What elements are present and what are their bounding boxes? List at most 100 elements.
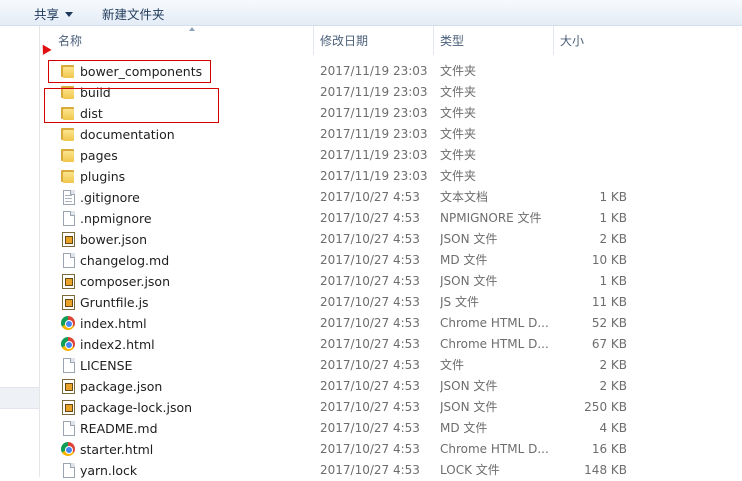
file-row[interactable]: index2.html 2017/10/27 4:53 Chrome HTML D.… (40, 334, 742, 355)
file-name: yarn.lock (80, 463, 138, 478)
file-name: .npmignore (80, 211, 152, 226)
file-row[interactable]: plugins 2017/11/19 23:03 文件夹 (40, 166, 742, 187)
file-name: changelog.md (80, 253, 170, 268)
file-row[interactable]: changelog.md 2017/10/27 4:53 MD 文件 10 KB (40, 250, 742, 271)
file-size: 52 KB (591, 316, 627, 330)
file-size: 10 KB (591, 253, 627, 267)
file-row[interactable]: starter.html 2017/10/27 4:53 Chrome HTML D… (40, 439, 742, 460)
file-row[interactable]: pages 2017/11/19 23:03 文件夹 (40, 145, 742, 166)
code-file-icon (60, 294, 76, 310)
file-date: 2017/10/27 4:53 (320, 274, 420, 288)
file-date: 2017/10/27 4:53 (320, 190, 420, 204)
file-type: JSON 文件 (440, 379, 498, 393)
file-name: pages (80, 148, 118, 163)
blank-file-icon (60, 357, 76, 373)
file-name: plugins (80, 169, 126, 184)
file-date: 2017/11/19 23:03 (320, 148, 428, 162)
file-date: 2017/10/27 4:53 (320, 295, 420, 309)
file-date: 2017/10/27 4:53 (320, 337, 420, 351)
file-size: 4 KB (599, 421, 627, 435)
file-name: Gruntfile.js (80, 295, 149, 310)
file-size: 148 KB (584, 463, 627, 477)
file-row[interactable]: README.md 2017/10/27 4:53 MD 文件 4 KB (40, 418, 742, 439)
file-size: 1 KB (599, 211, 627, 225)
file-row[interactable]: .npmignore 2017/10/27 4:53 NPMIGNORE 文件 1 K… (40, 208, 742, 229)
chrome-icon (60, 336, 76, 352)
file-row[interactable]: LICENSE 2017/10/27 4:53 文件 2 KB (40, 355, 742, 376)
file-type: Chrome HTML D... (440, 442, 549, 456)
blank-file-icon (60, 462, 76, 478)
file-size: 16 KB (591, 442, 627, 456)
share-menu-button[interactable]: 共享 (34, 4, 74, 23)
file-row[interactable]: Gruntfile.js 2017/10/27 4:53 JS 文件 11 KB (40, 292, 742, 313)
sort-ascending-icon (189, 27, 195, 31)
file-date: 2017/10/27 4:53 (320, 232, 420, 246)
file-size: 1 KB (599, 190, 627, 204)
column-header-size[interactable]: 大小 (553, 26, 633, 55)
file-type: 文件 (440, 358, 465, 372)
blank-file-icon (60, 420, 76, 436)
code-file-icon (60, 399, 76, 415)
folder-icon (60, 126, 76, 142)
file-name: index.html (80, 316, 147, 331)
file-list: bower_components 2017/11/19 23:03 文件夹 build… (40, 61, 742, 481)
file-name: package.json (80, 379, 163, 394)
column-header-type[interactable]: 类型 (433, 26, 553, 55)
file-type: NPMIGNORE 文件 (440, 211, 542, 225)
file-type: JS 文件 (440, 295, 479, 309)
file-type: MD 文件 (440, 253, 488, 267)
file-type: 文件夹 (440, 127, 477, 141)
file-row[interactable]: package-lock.json 2017/10/27 4:53 JSON 文件 2… (40, 397, 742, 418)
file-size: 250 KB (584, 400, 627, 414)
file-date: 2017/10/27 4:53 (320, 421, 420, 435)
folder-icon (60, 147, 76, 163)
file-date: 2017/11/19 23:03 (320, 169, 428, 183)
file-size (555, 103, 627, 124)
file-row[interactable]: index.html 2017/10/27 4:53 Chrome HTML D..… (40, 313, 742, 334)
chrome-icon (60, 315, 76, 331)
file-date: 2017/10/27 4:53 (320, 211, 420, 225)
file-type: 文件夹 (440, 64, 477, 78)
file-date: 2017/10/27 4:53 (320, 463, 420, 477)
nav-pane-selected-item[interactable] (0, 387, 39, 409)
code-file-icon (60, 231, 76, 247)
folder-icon (60, 168, 76, 184)
file-type: JSON 文件 (440, 400, 498, 414)
column-name-label: 名称 (58, 34, 83, 48)
file-name: composer.json (80, 274, 171, 289)
blank-file-icon (60, 210, 76, 226)
file-date: 2017/10/27 4:53 (320, 358, 420, 372)
file-type: LOCK 文件 (440, 463, 500, 477)
file-type: JSON 文件 (440, 232, 498, 246)
file-type: 文件夹 (440, 148, 477, 162)
file-name: index2.html (80, 337, 155, 352)
file-name: README.md (80, 421, 158, 436)
file-row[interactable]: composer.json 2017/10/27 4:53 JSON 文件 1 KB (40, 271, 742, 292)
file-row[interactable]: documentation 2017/11/19 23:03 文件夹 (40, 124, 742, 145)
file-date: 2017/11/19 23:03 (320, 64, 428, 78)
share-label: 共享 (34, 7, 60, 22)
file-date: 2017/10/27 4:53 (320, 400, 420, 414)
column-header-name[interactable]: 名称 (52, 26, 313, 55)
file-date: 2017/10/27 4:53 (320, 442, 420, 456)
file-size (555, 166, 627, 187)
file-type: MD 文件 (440, 421, 488, 435)
new-folder-button[interactable]: 新建文件夹 (102, 4, 165, 23)
column-header: 名称 修改日期 类型 大小 (40, 26, 742, 55)
file-date: 2017/10/27 4:53 (320, 253, 420, 267)
file-row[interactable]: package.json 2017/10/27 4:53 JSON 文件 2 KB (40, 376, 742, 397)
file-type: 文本文档 (440, 190, 489, 204)
file-size: 2 KB (599, 232, 627, 246)
file-row[interactable]: .gitignore 2017/10/27 4:53 文本文档 1 KB (40, 187, 742, 208)
file-type: 文件夹 (440, 169, 477, 183)
highlight-box-bower-components (48, 60, 211, 83)
blank-file-icon (60, 252, 76, 268)
file-size: 2 KB (599, 358, 627, 372)
file-name: documentation (80, 127, 175, 142)
file-row[interactable]: yarn.lock 2017/10/27 4:53 LOCK 文件 148 KB (40, 460, 742, 481)
file-row[interactable]: bower.json 2017/10/27 4:53 JSON 文件 2 KB (40, 229, 742, 250)
column-header-date[interactable]: 修改日期 (313, 26, 433, 55)
file-type: JSON 文件 (440, 274, 498, 288)
chrome-icon (60, 441, 76, 457)
navigation-pane[interactable] (0, 26, 40, 477)
